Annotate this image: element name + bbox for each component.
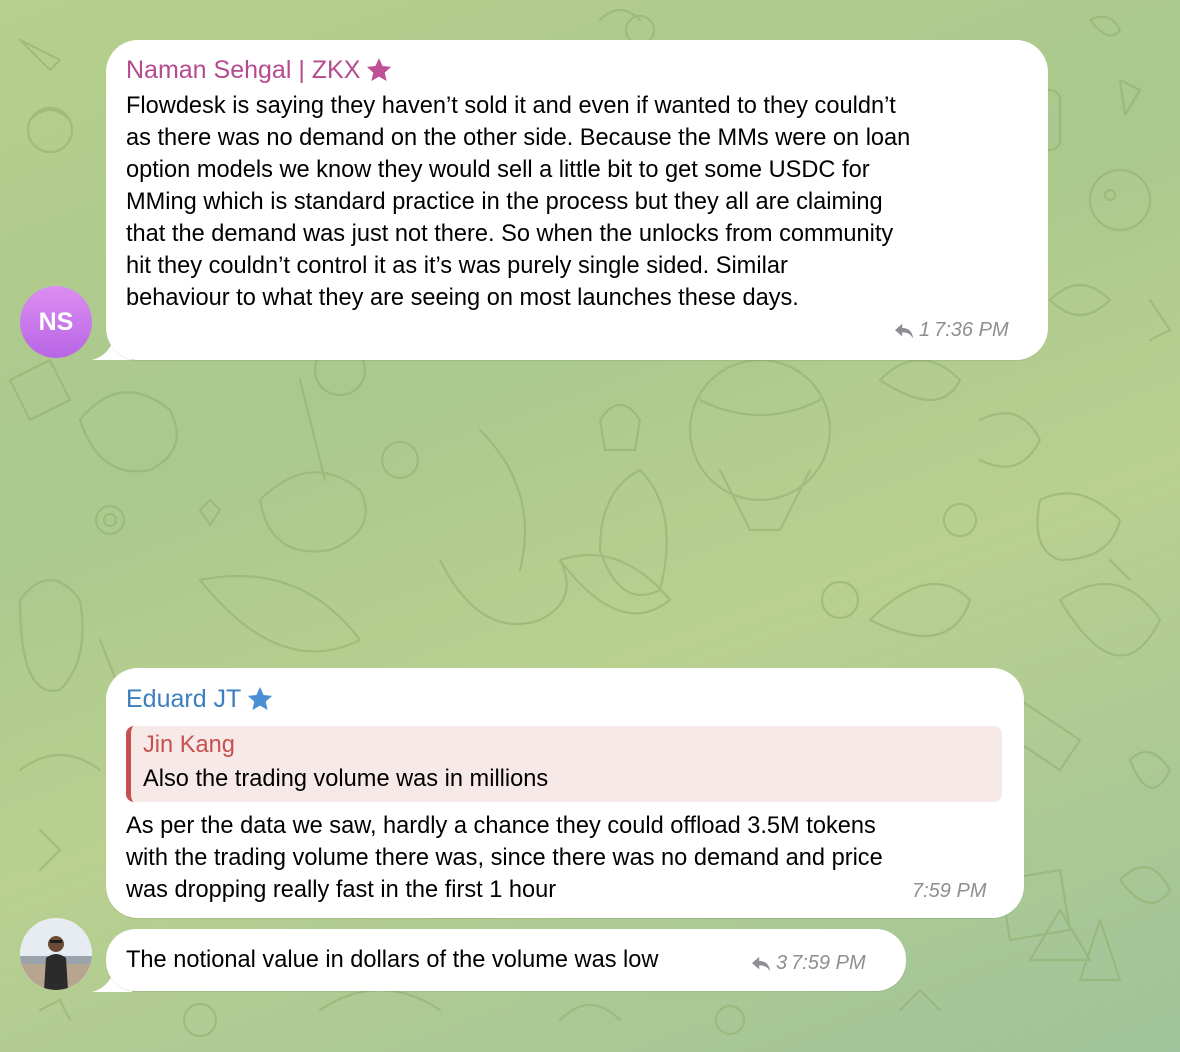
message-line: MMing which is standard practice in the … bbox=[126, 189, 883, 215]
message-time: 7:59 PM bbox=[912, 880, 987, 902]
sender-name-text: Naman Sehgal | ZKX bbox=[126, 55, 361, 84]
sender-name[interactable]: Eduard JT bbox=[126, 684, 275, 714]
message-line: with the trading volume there was, since… bbox=[126, 845, 883, 871]
message-line: option models we know they would sell a … bbox=[126, 157, 870, 183]
message-meta[interactable]: 1 7:36 PM bbox=[893, 319, 1009, 342]
message-line: Flowdesk is saying they haven’t sold it … bbox=[126, 93, 896, 119]
reply-arrow-icon bbox=[895, 323, 913, 338]
avatar[interactable]: NS bbox=[20, 286, 92, 358]
avatar-photo bbox=[20, 918, 92, 990]
quote-sender: Jin Kang bbox=[143, 732, 235, 758]
avatar-initials: NS bbox=[38, 307, 74, 336]
reply-arrow-icon bbox=[752, 956, 770, 971]
reply-count: 1 bbox=[919, 319, 931, 341]
message-text: As per the data we saw, hardly a chance … bbox=[126, 810, 1006, 906]
star-icon bbox=[248, 687, 273, 710]
message-line: was dropping really fast in the first 1 … bbox=[126, 877, 557, 903]
message-line: behaviour to what they are seeing on mos… bbox=[126, 285, 799, 311]
message-meta[interactable]: 3 7:59 PM bbox=[750, 952, 866, 975]
message-line: as there was no demand on the other side… bbox=[126, 125, 911, 151]
message-time: 7:59 PM bbox=[791, 952, 866, 974]
message-line: As per the data we saw, hardly a chance … bbox=[126, 813, 876, 839]
reply-count: 3 bbox=[776, 952, 788, 974]
reply-quote[interactable]: Jin Kang Also the trading volume was in … bbox=[126, 726, 1002, 802]
message-line: that the demand was just not there. So w… bbox=[126, 221, 894, 247]
message-line: hit they couldn’t control it as it’s was… bbox=[126, 253, 788, 279]
avatar[interactable] bbox=[20, 918, 92, 990]
quote-text: Also the trading volume was in millions bbox=[143, 766, 549, 792]
message-meta: 7:59 PM bbox=[912, 880, 986, 903]
star-icon bbox=[367, 58, 392, 81]
message-text: The notional value in dollars of the vol… bbox=[126, 947, 659, 973]
sender-name[interactable]: Naman Sehgal | ZKX bbox=[126, 55, 394, 85]
message-text: Flowdesk is saying they haven’t sold it … bbox=[126, 90, 1036, 314]
sender-name-text: Eduard JT bbox=[126, 684, 242, 713]
message-time: 7:36 PM bbox=[934, 319, 1009, 341]
